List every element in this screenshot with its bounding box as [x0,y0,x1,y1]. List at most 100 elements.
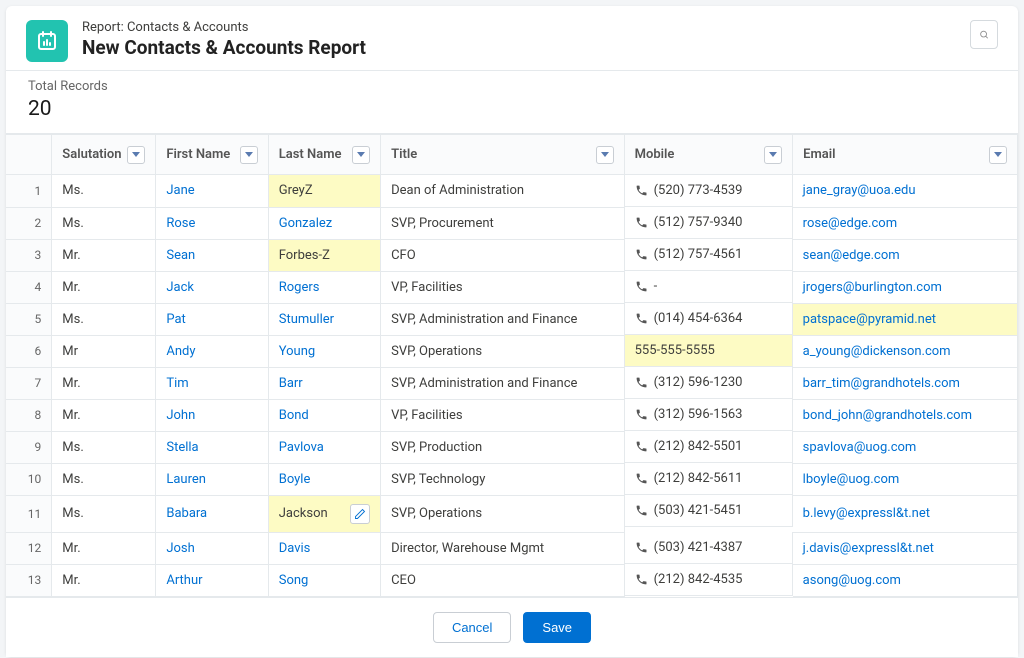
cell-email[interactable]: bond_john@grandhotels.com [793,399,1018,431]
header-first-name[interactable]: First Name [156,135,268,175]
cell-first-name[interactable]: Jack [156,271,268,303]
cell-salutation: Ms. [52,495,156,532]
cell-salutation: Mr. [52,271,156,303]
cell-last-name[interactable]: Bond [268,399,380,431]
header-salutation[interactable]: Salutation [52,135,156,175]
cell-last-name[interactable]: Forbes-Z [268,239,380,271]
row-number: 3 [6,239,52,271]
mobile-value: (512) 757-9340 [654,215,743,230]
row-number: 11 [6,495,52,532]
filter-icon[interactable] [240,146,258,164]
header-title[interactable]: Title [381,135,625,175]
mobile-value: - [654,279,658,294]
cell-last-name[interactable]: Boyle [268,463,380,495]
cell-email[interactable]: spavlova@uog.com [793,431,1018,463]
phone-icon [635,216,648,229]
search-button[interactable] [970,20,998,49]
cell-first-name[interactable]: Andy [156,335,268,367]
cell-last-name[interactable]: Stumuller [268,303,380,335]
filter-icon[interactable] [352,146,370,164]
cell-first-name[interactable]: Lauren [156,463,268,495]
cell-title: CFO [381,239,625,271]
filter-icon[interactable] [127,146,145,164]
cell-email[interactable]: jrogers@burlington.com [793,271,1018,303]
filter-icon[interactable] [596,146,614,164]
cell-email[interactable]: b.levy@expressl&t.net [793,495,1018,532]
report-subtitle: Report: Contacts & Accounts [82,20,366,35]
table-row: 3Mr.SeanForbes-ZCFO(512) 757-4561sean@ed… [6,239,1018,271]
edit-icon[interactable] [350,504,370,524]
cell-email[interactable]: sean@edge.com [793,239,1018,271]
cell-salutation: Mr. [52,564,156,596]
table-row: 6MrAndyYoungSVP, Operations555-555-5555a… [6,335,1018,367]
cell-first-name[interactable]: Sean [156,239,268,271]
header-email[interactable]: Email [793,135,1018,175]
cell-first-name[interactable]: Jane [156,175,268,208]
header-last-name[interactable]: Last Name [268,135,380,175]
cell-first-name[interactable]: Tim [156,367,268,399]
cell-last-name[interactable]: Young [268,335,380,367]
cell-first-name[interactable]: Stella [156,431,268,463]
cell-last-name[interactable]: Jackson [268,495,380,532]
cell-first-name[interactable]: John [156,399,268,431]
table-row: 10Ms.LaurenBoyleSVP, Technology (212) 842… [6,463,1018,495]
phone-icon [635,280,648,293]
cell-email[interactable]: barr_tim@grandhotels.com [793,367,1018,399]
phone-icon [635,504,648,517]
mobile-value: (520) 773-4539 [654,183,743,198]
row-number-header [6,135,52,175]
table-row: 7Mr.TimBarrSVP, Administration and Finan… [6,367,1018,399]
cell-title: SVP, Administration and Finance [381,367,625,399]
mobile-value: 555-555-5555 [635,343,715,358]
totals-label: Total Records [28,79,996,94]
mobile-value: (014) 454-6364 [654,311,743,326]
cell-salutation: Mr. [52,239,156,271]
report-table: Salutation First Name Last Name Title Mo… [6,133,1018,597]
cell-email[interactable]: asong@uog.com [793,564,1018,596]
table-row: 5Ms.PatStumullerSVP, Administration and … [6,303,1018,335]
row-number: 8 [6,399,52,431]
cell-title: SVP, Technology [381,463,625,495]
cell-first-name[interactable]: Arthur [156,564,268,596]
cell-first-name[interactable]: Josh [156,532,268,564]
cancel-button[interactable]: Cancel [433,612,511,643]
table-row: 2Ms.RoseGonzalezSVP, Procurement(512) 75… [6,207,1018,239]
totals-section: Total Records 20 [6,71,1018,133]
cell-salutation: Ms. [52,463,156,495]
cell-first-name[interactable]: Rose [156,207,268,239]
cell-last-name[interactable]: Song [268,564,380,596]
row-number: 10 [6,463,52,495]
row-number: 13 [6,564,52,596]
row-number: 4 [6,271,52,303]
cell-last-name[interactable]: Rogers [268,271,380,303]
cell-email[interactable]: rose@edge.com [793,207,1018,239]
cell-email[interactable]: jane_gray@uoa.edu [793,175,1018,208]
table-row: 9Ms.StellaPavlovaSVP, Production(212) 84… [6,431,1018,463]
cell-title: VP, Facilities [381,399,625,431]
cell-mobile: (520) 773-4539 [625,175,793,207]
cell-first-name[interactable]: Babara [156,495,268,532]
filter-icon[interactable] [764,146,782,164]
cell-last-name[interactable]: Barr [268,367,380,399]
mobile-value: (212) 842-5611 [654,471,743,486]
cell-email[interactable]: patspace@pyramid.net [793,303,1018,335]
cell-mobile: (512) 757-9340 [625,207,793,239]
table-row: 13Mr.ArthurSongCEO(212) 842-4535asong@uo… [6,564,1018,596]
cell-last-name[interactable]: Pavlova [268,431,380,463]
mobile-value: (503) 421-4387 [654,540,743,555]
save-button[interactable]: Save [523,612,591,643]
cell-salutation: Ms. [52,303,156,335]
header-mobile[interactable]: Mobile [624,135,793,175]
cell-email[interactable]: j.davis@expressl&t.net [793,532,1018,564]
cell-last-name[interactable]: GreyZ [268,175,380,208]
cell-first-name[interactable]: Pat [156,303,268,335]
cell-email[interactable]: lboyle@uog.com [793,463,1018,495]
cell-email[interactable]: a_young@dickenson.com [793,335,1018,367]
row-number: 5 [6,303,52,335]
cell-last-name[interactable]: Gonzalez [268,207,380,239]
cell-last-name[interactable]: Davis [268,532,380,564]
filter-icon[interactable] [989,146,1007,164]
row-number: 12 [6,532,52,564]
cell-mobile: 555-555-5555 [625,335,793,367]
cell-salutation: Ms. [52,207,156,239]
